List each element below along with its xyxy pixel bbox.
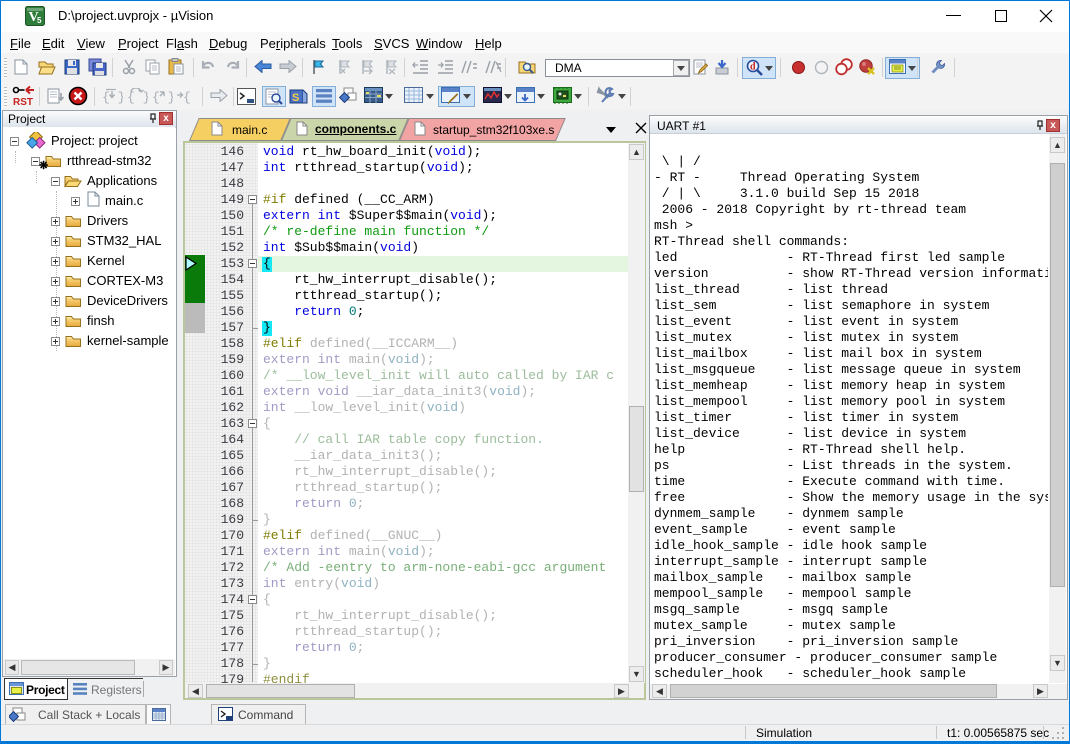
svg-text:S: S [292,92,299,104]
svg-text:5: 5 [37,16,42,25]
svg-text:{ }: { } [127,90,148,104]
svg-text:RST: RST [13,97,33,107]
svg-text:d: d [750,62,756,73]
svg-text:{ }: { } [183,90,197,104]
